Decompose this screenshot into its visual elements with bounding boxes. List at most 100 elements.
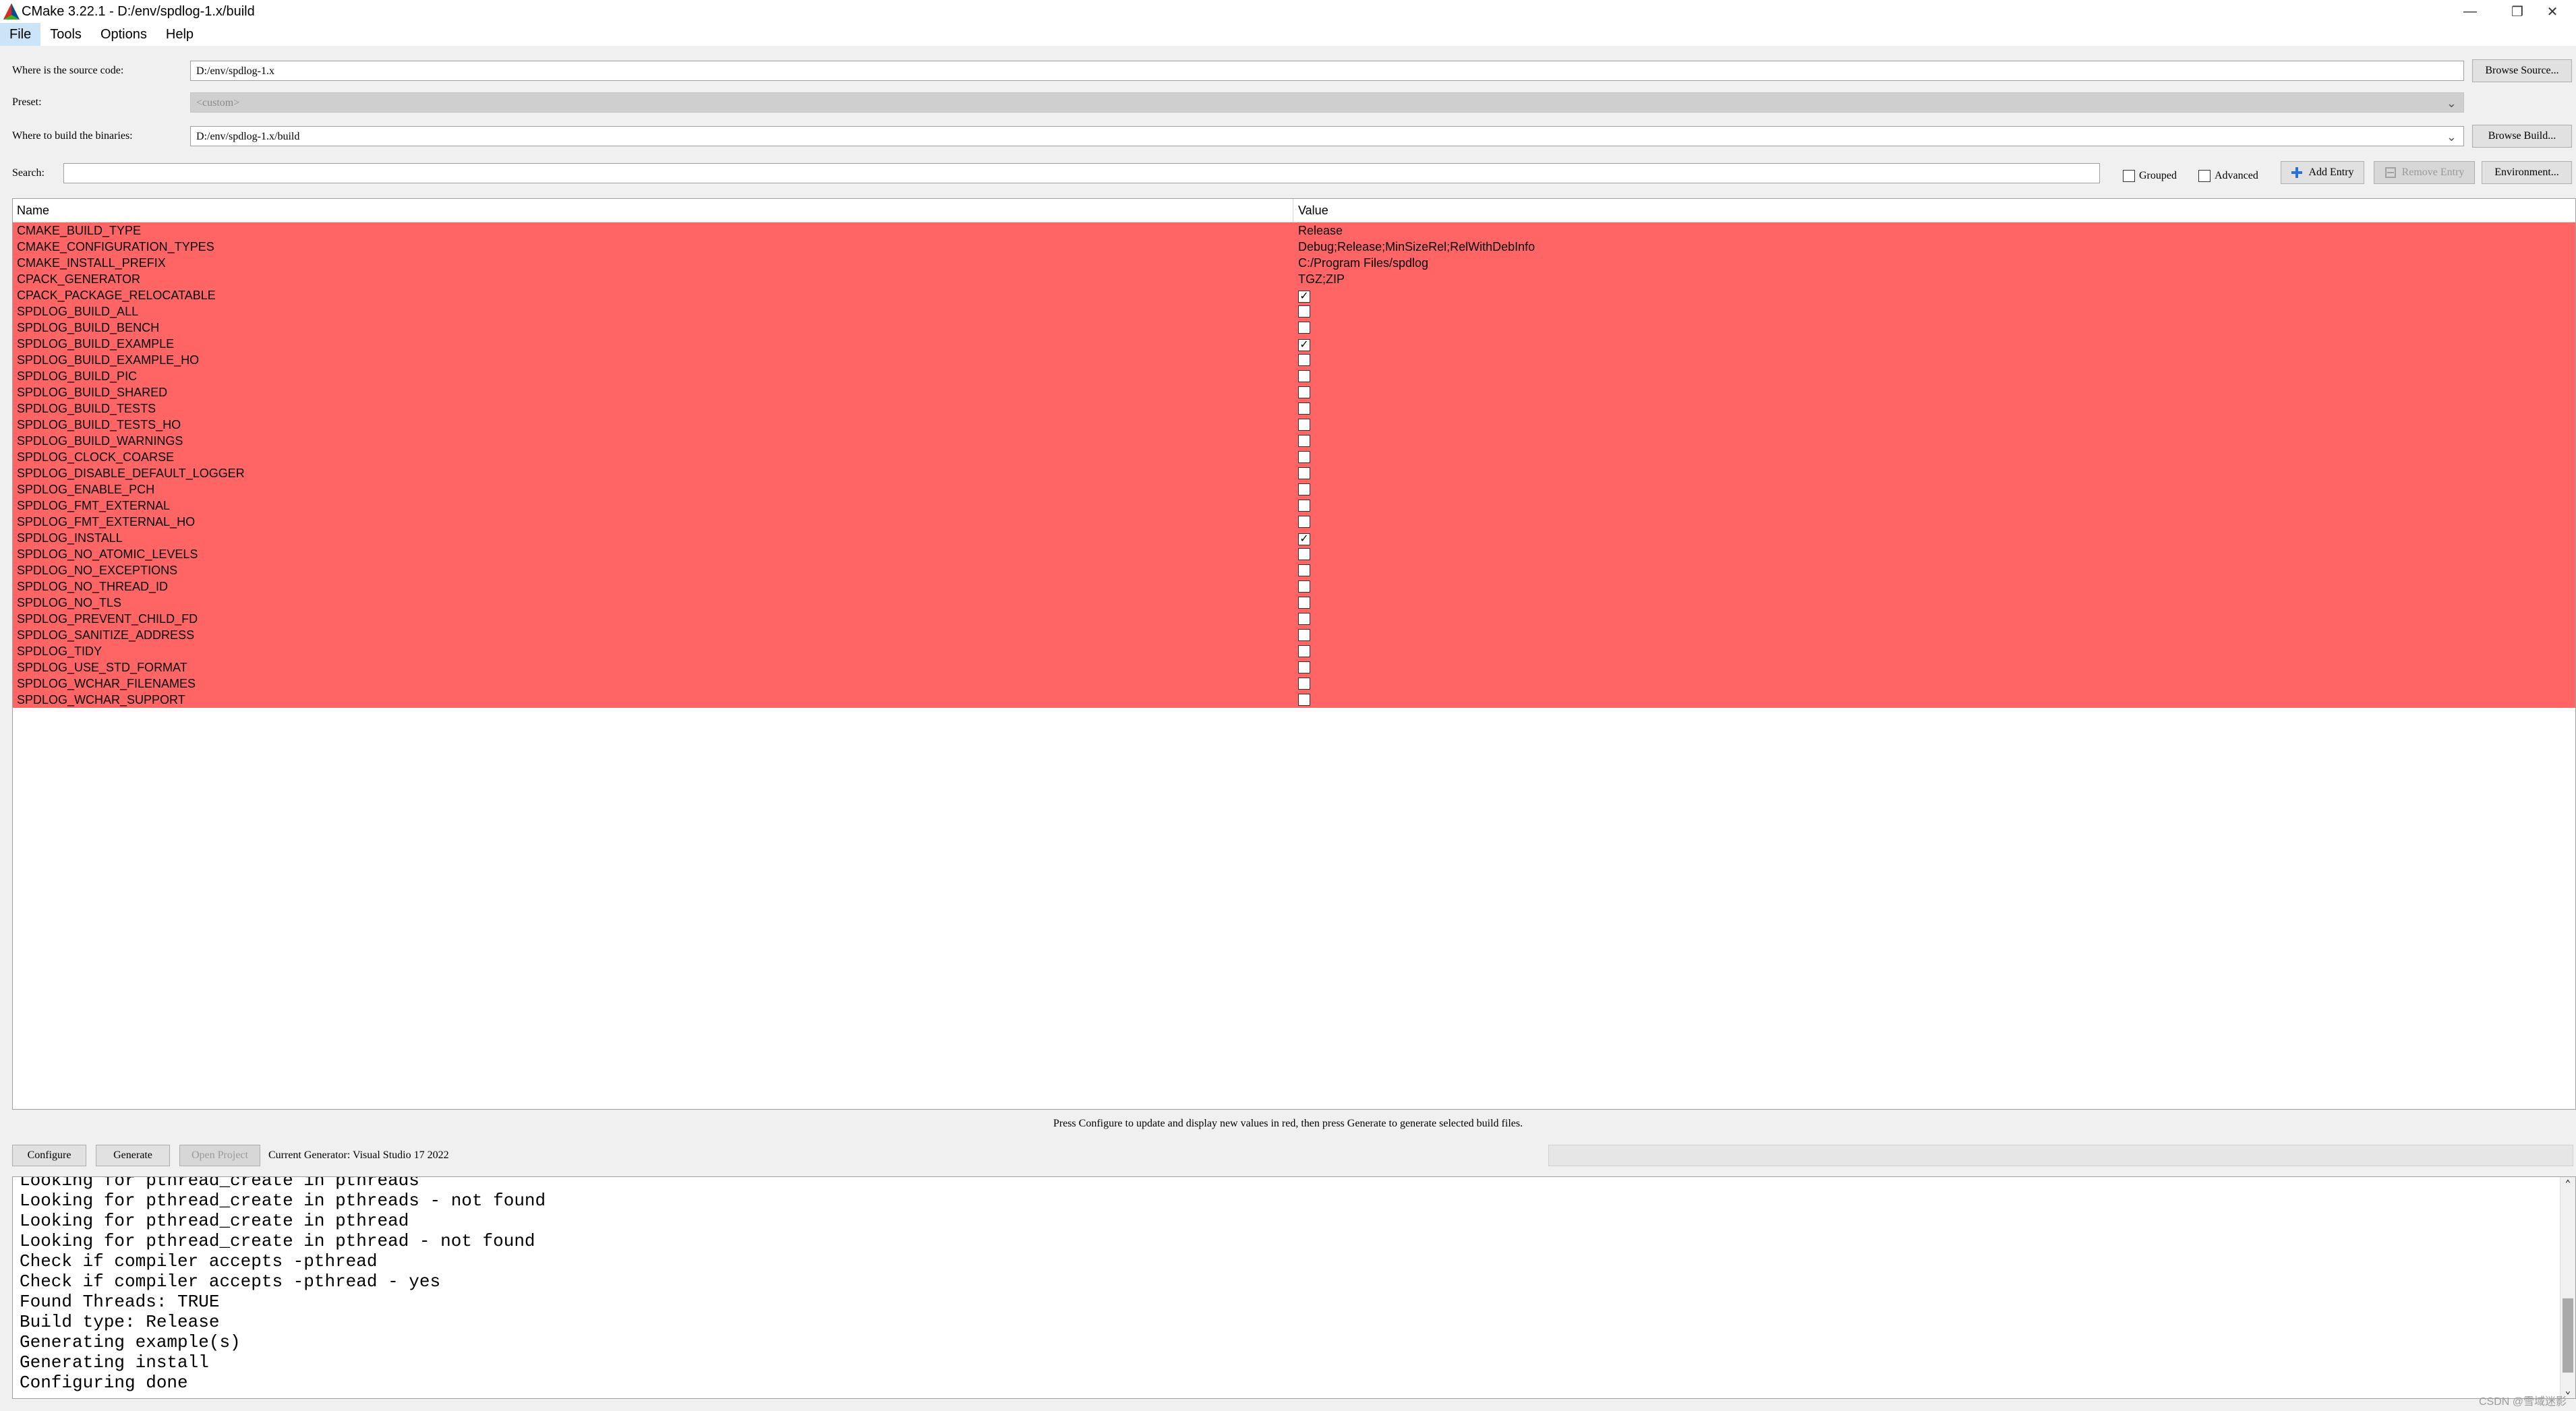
table-row[interactable]: SPDLOG_WCHAR_FILENAMES [13,676,2575,692]
checkbox-checked-icon[interactable]: ✓ [1298,533,1310,545]
table-row[interactable]: CPACK_GENERATOR TGZ;ZIP [13,271,2575,287]
table-row[interactable]: SPDLOG_FMT_EXTERNAL [13,498,2575,514]
grouped-option[interactable]: Grouped [2123,166,2177,186]
table-row[interactable]: SPDLOG_INSTALL ✓ [13,530,2575,546]
table-row[interactable]: SPDLOG_BUILD_TESTS [13,400,2575,417]
scroll-up-icon[interactable]: ⌃ [2560,1178,2575,1190]
entry-checkbox[interactable] [1298,417,1310,435]
table-row[interactable]: SPDLOG_NO_THREAD_ID [13,578,2575,595]
table-row[interactable]: SPDLOG_NO_TLS [13,595,2575,611]
checkbox-unchecked-icon[interactable] [1298,516,1310,528]
column-header-name[interactable]: Name [17,199,49,222]
browse-source-button[interactable]: Browse Source... [2472,59,2572,82]
scroll-thumb[interactable] [2563,1298,2573,1373]
checkbox-unchecked-icon[interactable] [1298,694,1310,706]
advanced-option[interactable]: Advanced [2198,166,2258,186]
checkbox-unchecked-icon[interactable] [1298,613,1310,625]
entry-checkbox[interactable] [1298,320,1310,338]
table-row[interactable]: SPDLOG_BUILD_EXAMPLE_HO [13,352,2575,368]
entry-checkbox[interactable]: ✓ [1298,336,1310,352]
checkbox-unchecked-icon[interactable] [1298,548,1310,560]
table-row[interactable]: SPDLOG_DISABLE_DEFAULT_LOGGER [13,465,2575,481]
checkbox-unchecked-icon[interactable] [1298,435,1310,447]
table-row[interactable]: CMAKE_INSTALL_PREFIX C:/Program Files/spd… [13,255,2575,271]
entry-checkbox[interactable] [1298,368,1310,386]
table-row[interactable]: SPDLOG_BUILD_EXAMPLE ✓ [13,336,2575,352]
entry-checkbox[interactable] [1298,465,1310,483]
table-row[interactable]: CMAKE_BUILD_TYPE Release [13,222,2575,239]
entry-checkbox[interactable] [1298,498,1310,516]
entry-checkbox[interactable] [1298,676,1310,694]
checkbox-unchecked-icon[interactable] [1298,597,1310,609]
entry-value[interactable]: Release [1298,222,1343,239]
table-row[interactable]: SPDLOG_CLOCK_COARSE [13,449,2575,465]
table-row[interactable]: SPDLOG_TIDY [13,643,2575,659]
table-row[interactable]: CMAKE_CONFIGURATION_TYPES Debug;Release;M… [13,239,2575,255]
table-row[interactable]: CPACK_PACKAGE_RELOCATABLE ✓ [13,287,2575,303]
entry-checkbox[interactable] [1298,384,1310,402]
entry-checkbox[interactable] [1298,481,1310,500]
table-row[interactable]: SPDLOG_BUILD_PIC [13,368,2575,384]
search-input[interactable] [63,163,2100,183]
checkbox-unchecked-icon[interactable] [1298,305,1310,318]
table-row[interactable]: SPDLOG_BUILD_WARNINGS [13,433,2575,449]
entry-checkbox[interactable]: ✓ [1298,530,1310,546]
advanced-checkbox[interactable] [2198,170,2211,182]
entry-checkbox[interactable] [1298,449,1310,467]
chevron-down-icon[interactable]: ⌄ [2447,127,2457,146]
checkbox-unchecked-icon[interactable] [1298,370,1310,382]
entry-checkbox[interactable] [1298,303,1310,322]
remove-entry-button[interactable]: Remove Entry [2374,161,2475,184]
table-row[interactable]: SPDLOG_BUILD_ALL [13,303,2575,320]
entry-checkbox[interactable] [1298,611,1310,629]
checkbox-unchecked-icon[interactable] [1298,402,1310,415]
table-row[interactable]: SPDLOG_BUILD_BENCH [13,320,2575,336]
open-project-button[interactable]: Open Project [179,1145,260,1166]
checkbox-unchecked-icon[interactable] [1298,451,1310,463]
source-input[interactable]: D:/env/spdlog-1.x [190,61,2464,81]
menu-options[interactable]: Options [91,23,156,46]
table-row[interactable]: SPDLOG_ENABLE_PCH [13,481,2575,498]
entry-value[interactable]: TGZ;ZIP [1298,271,1345,287]
entry-checkbox[interactable] [1298,595,1310,613]
entry-checkbox[interactable] [1298,562,1310,580]
configure-button[interactable]: Configure [12,1145,86,1166]
cache-table[interactable]: Name Value CMAKE_BUILD_TYPE Release CMAKE_… [12,198,2576,1110]
generate-button[interactable]: Generate [96,1145,170,1166]
entry-value[interactable]: C:/Program Files/spdlog [1298,255,1428,271]
entry-checkbox[interactable] [1298,659,1310,678]
table-row[interactable]: SPDLOG_BUILD_SHARED [13,384,2575,400]
checkbox-unchecked-icon[interactable] [1298,483,1310,496]
build-input[interactable]: D:/env/spdlog-1.x/build ⌄ [190,126,2464,146]
preset-select[interactable]: <custom> ⌄ [190,92,2464,113]
checkbox-unchecked-icon[interactable] [1298,322,1310,334]
checkbox-unchecked-icon[interactable] [1298,580,1310,593]
menu-file[interactable]: File [0,23,41,46]
column-header-value[interactable]: Value [1298,199,1328,222]
checkbox-checked-icon[interactable]: ✓ [1298,291,1310,303]
close-button[interactable]: ✕ [2529,0,2576,23]
entry-checkbox[interactable] [1298,433,1310,451]
checkbox-unchecked-icon[interactable] [1298,629,1310,641]
checkbox-unchecked-icon[interactable] [1298,419,1310,431]
checkbox-unchecked-icon[interactable] [1298,678,1310,690]
table-row[interactable]: SPDLOG_FMT_EXTERNAL_HO [13,514,2575,530]
checkbox-checked-icon[interactable]: ✓ [1298,339,1310,351]
entry-checkbox[interactable] [1298,514,1310,532]
table-row[interactable]: SPDLOG_SANITIZE_ADDRESS [13,627,2575,643]
table-row[interactable]: SPDLOG_WCHAR_SUPPORT [13,692,2575,708]
browse-build-button[interactable]: Browse Build... [2472,125,2572,148]
menu-tools[interactable]: Tools [40,23,91,46]
checkbox-unchecked-icon[interactable] [1298,467,1310,479]
entry-checkbox[interactable] [1298,578,1310,597]
entry-checkbox[interactable] [1298,627,1310,645]
entry-value[interactable]: Debug;Release;MinSizeRel;RelWithDebInfo [1298,239,1535,255]
checkbox-unchecked-icon[interactable] [1298,564,1310,576]
table-row[interactable]: SPDLOG_NO_EXCEPTIONS [13,562,2575,578]
minimize-button[interactable]: — [2447,0,2494,23]
log-scrollbar[interactable]: ⌃ ⌄ [2560,1177,2575,1398]
entry-checkbox[interactable] [1298,643,1310,661]
entry-checkbox[interactable]: ✓ [1298,287,1310,303]
checkbox-unchecked-icon[interactable] [1298,645,1310,657]
add-entry-button[interactable]: Add Entry [2281,161,2364,184]
